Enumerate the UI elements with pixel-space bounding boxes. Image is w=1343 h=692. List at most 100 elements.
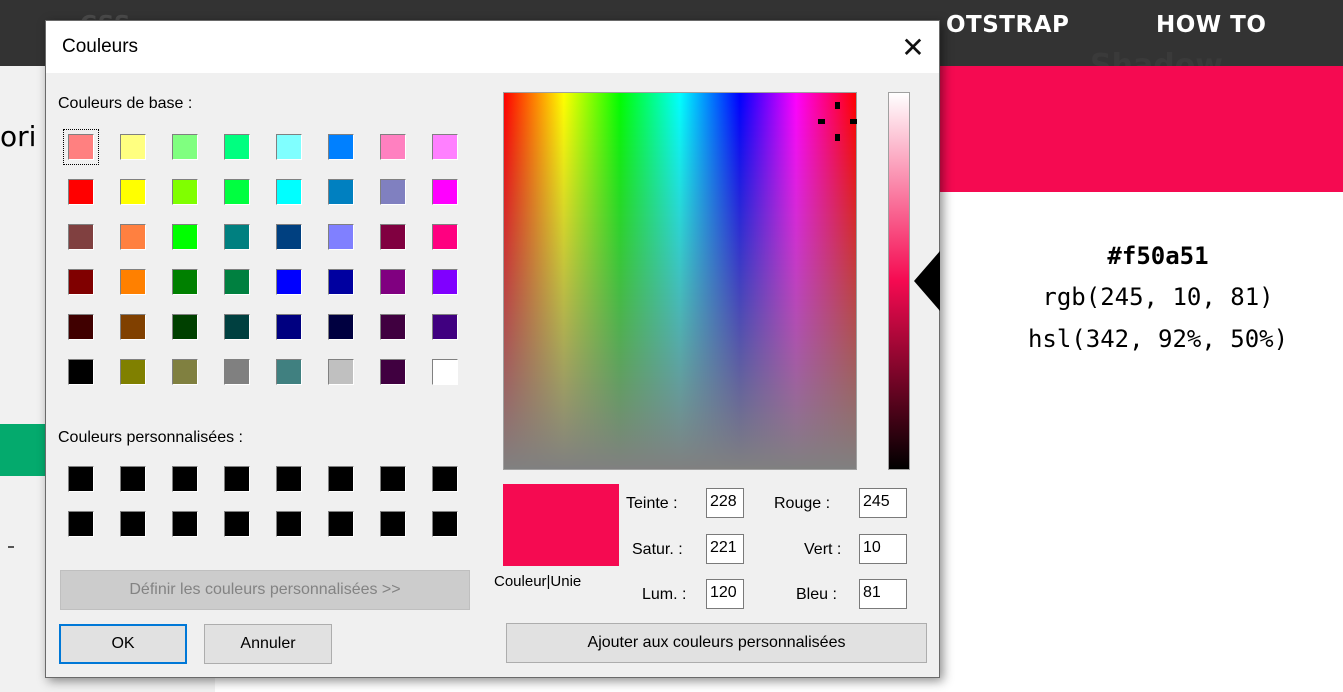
- basic-color-swatch[interactable]: [120, 224, 146, 250]
- color-hero-banner: [938, 66, 1343, 192]
- basic-color-swatch[interactable]: [68, 269, 94, 295]
- custom-color-swatch[interactable]: [276, 511, 302, 537]
- hue-label: Teinte :: [626, 495, 678, 512]
- custom-color-swatch[interactable]: [120, 466, 146, 492]
- basic-color-swatch[interactable]: [224, 314, 250, 340]
- basic-color-swatch[interactable]: [276, 359, 302, 385]
- basic-color-swatch[interactable]: [276, 314, 302, 340]
- ok-button[interactable]: OK: [59, 624, 187, 664]
- basic-color-swatch[interactable]: [120, 314, 146, 340]
- basic-color-swatch[interactable]: [432, 314, 458, 340]
- basic-color-swatch[interactable]: [328, 314, 354, 340]
- basic-color-swatch[interactable]: [432, 134, 458, 160]
- blue-field[interactable]: 81: [859, 579, 907, 609]
- custom-colors-label: Couleurs personnalisées :: [58, 429, 243, 446]
- dialog-title: Couleurs: [62, 36, 139, 57]
- add-to-custom-colors-button[interactable]: Ajouter aux couleurs personnalisées: [506, 623, 927, 663]
- luminosity-label: Lum. :: [642, 586, 687, 603]
- basic-color-swatch[interactable]: [224, 134, 250, 160]
- basic-color-swatch[interactable]: [432, 179, 458, 205]
- basic-color-swatch[interactable]: [120, 359, 146, 385]
- preview-label: Couleur|Unie: [494, 573, 582, 590]
- basic-color-swatch[interactable]: [328, 359, 354, 385]
- red-label: Rouge :: [774, 495, 831, 512]
- custom-color-swatch[interactable]: [172, 466, 198, 492]
- basic-color-swatch[interactable]: [276, 224, 302, 250]
- basic-color-swatch[interactable]: [224, 179, 250, 205]
- custom-color-swatch[interactable]: [172, 511, 198, 537]
- basic-color-swatch[interactable]: [120, 269, 146, 295]
- basic-color-swatch[interactable]: [68, 359, 94, 385]
- custom-color-swatch[interactable]: [432, 466, 458, 492]
- basic-color-swatch[interactable]: [380, 224, 406, 250]
- basic-color-swatch[interactable]: [276, 134, 302, 160]
- custom-color-swatch[interactable]: [224, 466, 250, 492]
- basic-color-swatch[interactable]: [172, 179, 198, 205]
- basic-color-swatch[interactable]: [172, 314, 198, 340]
- custom-color-swatch[interactable]: [380, 466, 406, 492]
- slider-arrow-icon[interactable]: [914, 251, 940, 311]
- color-rgb-value: rgb(245, 10, 81): [1042, 283, 1274, 311]
- background-bottom-strip: [45, 676, 215, 692]
- basic-color-swatch[interactable]: [380, 269, 406, 295]
- nav-item-bootstrap[interactable]: OTSTRAP: [946, 12, 1069, 38]
- nav-item-how-to[interactable]: HOW TO: [1156, 12, 1266, 38]
- saturation-label: Satur. :: [632, 541, 683, 558]
- basic-color-swatch[interactable]: [276, 269, 302, 295]
- custom-color-swatch[interactable]: [432, 511, 458, 537]
- basic-color-swatch[interactable]: [380, 314, 406, 340]
- color-picker-dialog: Couleurs ✕ Couleurs de base : Couleurs p…: [45, 20, 940, 678]
- define-custom-colors-button[interactable]: Définir les couleurs personnalisées >>: [60, 570, 470, 610]
- dialog-titlebar[interactable]: Couleurs ✕: [46, 21, 939, 73]
- basic-color-swatch[interactable]: [380, 179, 406, 205]
- background-dash: [8, 546, 14, 548]
- basic-color-swatch[interactable]: [68, 179, 94, 205]
- green-label: Vert :: [804, 541, 842, 558]
- color-info-panel: #f50a51 rgb(245, 10, 81) hsl(342, 92%, 5…: [968, 236, 1343, 360]
- custom-color-swatch[interactable]: [120, 511, 146, 537]
- color-hsl-value: hsl(342, 92%, 50%): [1027, 325, 1289, 353]
- basic-color-swatch[interactable]: [172, 134, 198, 160]
- basic-color-swatch[interactable]: [63, 129, 99, 165]
- basic-color-swatch[interactable]: [120, 179, 146, 205]
- basic-color-swatch[interactable]: [120, 134, 146, 160]
- basic-color-swatch[interactable]: [380, 359, 406, 385]
- custom-color-swatch[interactable]: [328, 511, 354, 537]
- custom-color-swatch[interactable]: [276, 466, 302, 492]
- crosshair-icon[interactable]: [818, 102, 858, 142]
- basic-color-swatch[interactable]: [68, 224, 94, 250]
- basic-color-swatch[interactable]: [432, 224, 458, 250]
- saturation-field[interactable]: 221: [706, 534, 744, 564]
- basic-color-swatch[interactable]: [224, 224, 250, 250]
- close-button[interactable]: ✕: [895, 29, 931, 65]
- custom-color-swatch[interactable]: [380, 511, 406, 537]
- cancel-button[interactable]: Annuler: [204, 624, 332, 664]
- basic-color-swatch[interactable]: [68, 314, 94, 340]
- custom-color-swatch[interactable]: [68, 466, 94, 492]
- custom-color-swatch[interactable]: [328, 466, 354, 492]
- basic-color-swatch[interactable]: [172, 269, 198, 295]
- basic-color-swatch[interactable]: [224, 269, 250, 295]
- custom-color-swatch[interactable]: [68, 511, 94, 537]
- red-field[interactable]: 245: [859, 488, 907, 518]
- basic-color-swatch[interactable]: [328, 269, 354, 295]
- basic-color-swatch[interactable]: [432, 359, 458, 385]
- hue-field[interactable]: 228: [706, 488, 744, 518]
- blue-label: Bleu :: [796, 586, 837, 603]
- basic-color-swatch[interactable]: [224, 359, 250, 385]
- luminosity-slider[interactable]: [888, 92, 910, 470]
- basic-color-swatch[interactable]: [380, 134, 406, 160]
- color-hex-value: #f50a51: [1107, 242, 1209, 270]
- green-field[interactable]: 10: [859, 534, 907, 564]
- custom-color-swatch[interactable]: [224, 511, 250, 537]
- basic-color-swatch[interactable]: [328, 179, 354, 205]
- basic-color-swatch[interactable]: [328, 224, 354, 250]
- color-preview: [503, 484, 619, 566]
- basic-color-swatch[interactable]: [172, 224, 198, 250]
- basic-color-swatch[interactable]: [172, 359, 198, 385]
- basic-color-swatch[interactable]: [328, 134, 354, 160]
- luminosity-field[interactable]: 120: [706, 579, 744, 609]
- color-spectrum[interactable]: [503, 92, 857, 470]
- basic-color-swatch[interactable]: [432, 269, 458, 295]
- basic-color-swatch[interactable]: [276, 179, 302, 205]
